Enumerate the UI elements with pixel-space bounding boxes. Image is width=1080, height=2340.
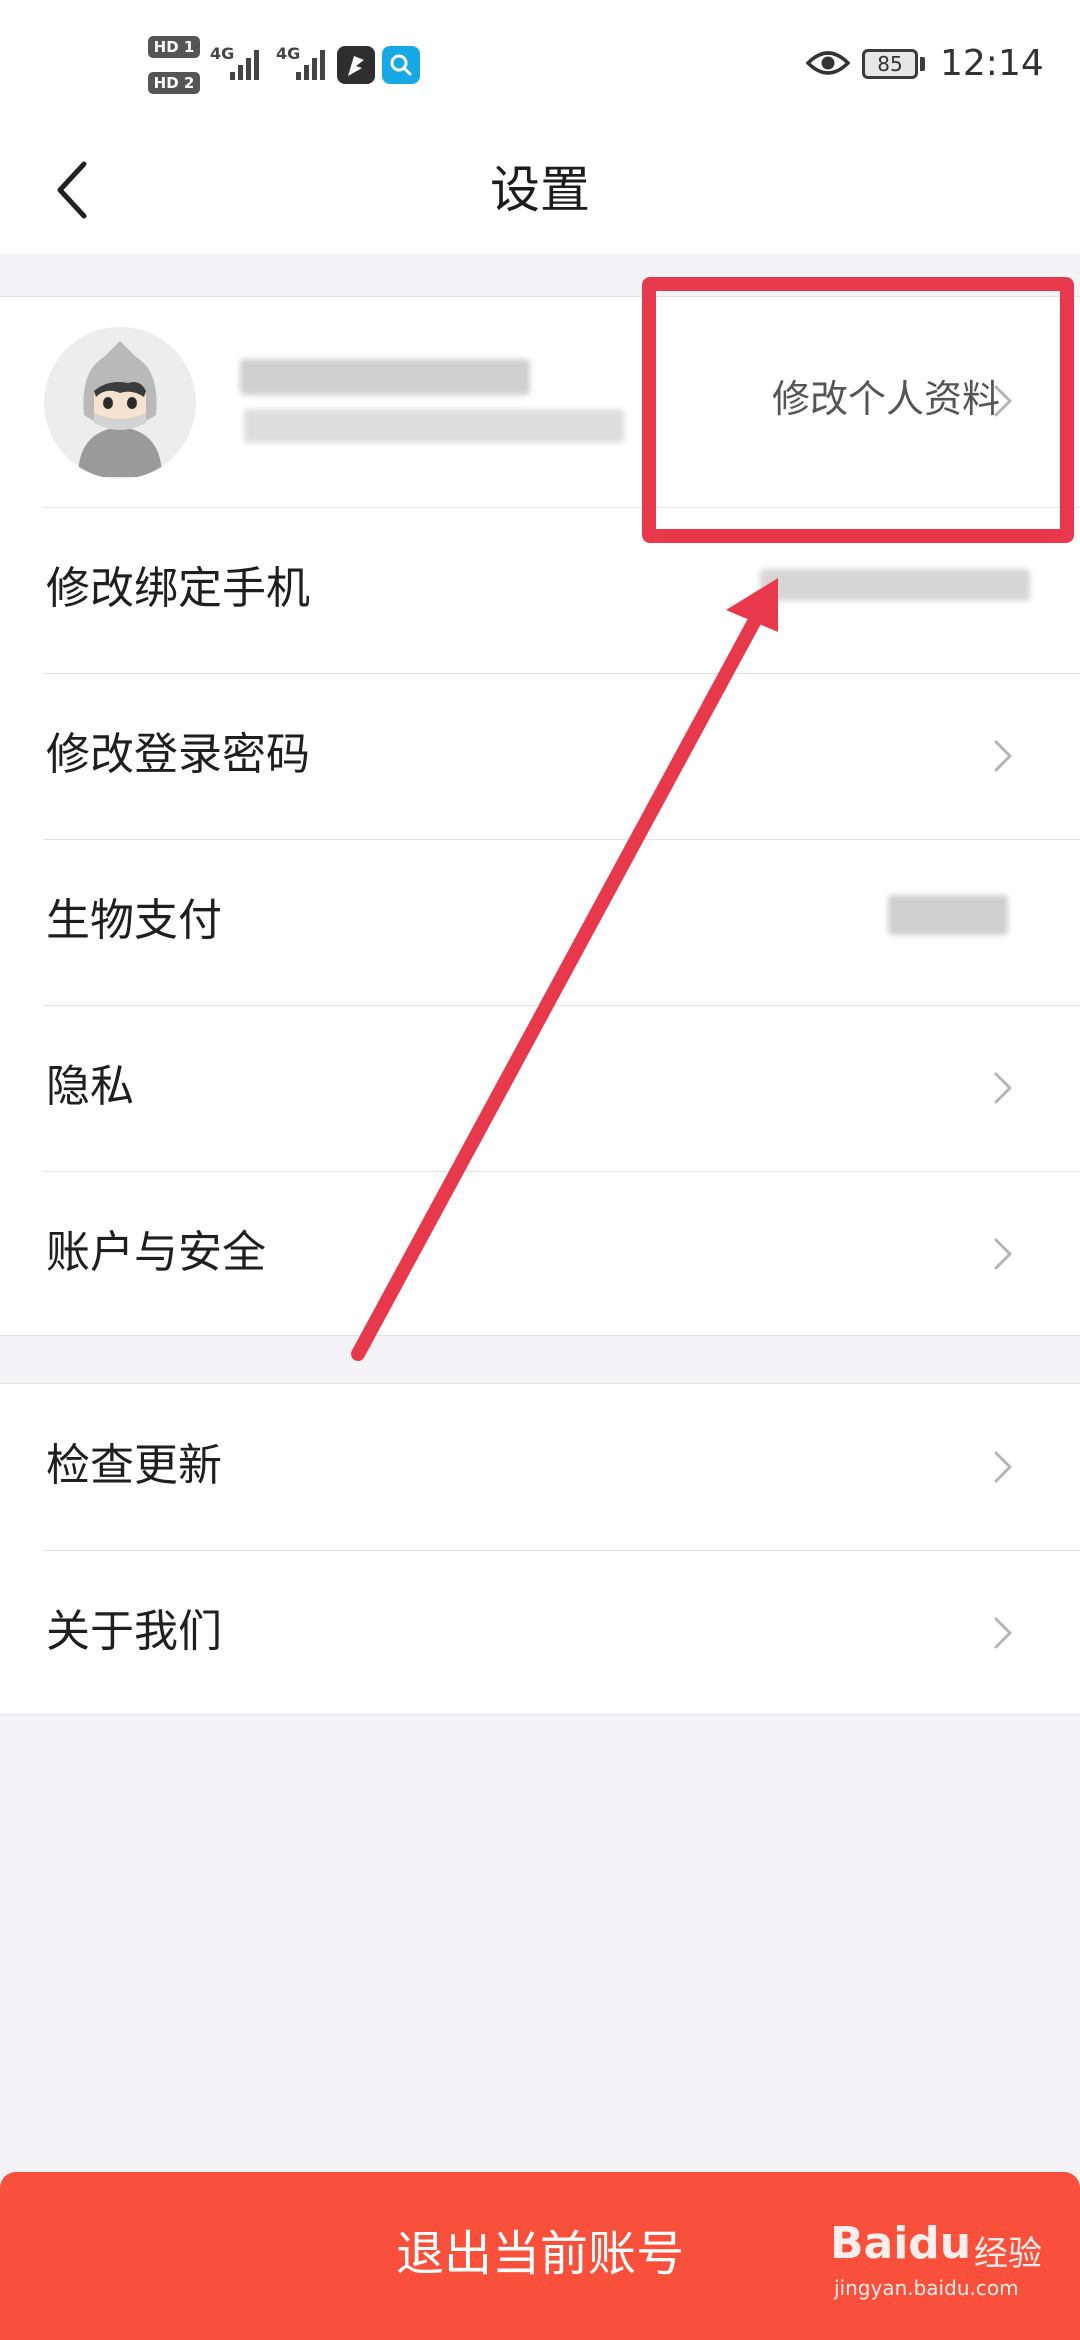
battery-icon: 85 — [862, 49, 918, 79]
sim2-hd-badge: HD 2 — [148, 72, 200, 94]
annotation-highlight-box — [642, 277, 1074, 543]
sim1-hd-badge: HD 1 — [148, 36, 200, 58]
row-change-password[interactable]: 修改登录密码 — [0, 673, 1080, 839]
divider — [44, 1550, 1080, 1551]
feather-app-icon — [337, 46, 375, 84]
row-privacy[interactable]: 隐私 — [0, 1005, 1080, 1171]
watermark-brand: Baidu — [830, 2218, 972, 2269]
row-label: 修改登录密码 — [46, 729, 310, 780]
signal-bars-icon — [230, 50, 259, 80]
status-bar: HD 1 HD 2 4G 4G 85 12:14 — [0, 0, 1080, 130]
row-label: 账户与安全 — [46, 1227, 266, 1278]
avatar — [44, 327, 196, 479]
watermark-domain: jingyan.baidu.com — [834, 2276, 1019, 2300]
divider — [44, 839, 1080, 840]
avatar-image — [44, 327, 196, 479]
page-title: 设置 — [490, 161, 590, 219]
settings-group-about: 检查更新 关于我们 — [0, 1383, 1080, 1715]
eye-icon — [806, 51, 850, 75]
row-label: 关于我们 — [46, 1606, 222, 1657]
row-about-us[interactable]: 关于我们 — [0, 1550, 1080, 1716]
chevron-right-icon — [994, 1451, 1012, 1483]
watermark-suffix: 经验 — [974, 2234, 1042, 2274]
row-label: 修改绑定手机 — [46, 563, 310, 614]
chevron-right-icon — [994, 740, 1012, 772]
clock-time: 12:14 — [940, 43, 1044, 84]
chevron-right-icon — [994, 1238, 1012, 1270]
back-button[interactable] — [50, 152, 110, 228]
signal-bars-icon — [296, 50, 325, 80]
logout-button[interactable]: 退出当前账号 Baidu 经验 jingyan.baidu.com — [0, 2172, 1080, 2340]
row-check-update[interactable]: 检查更新 — [0, 1384, 1080, 1550]
row-account-security[interactable]: 账户与安全 — [0, 1171, 1080, 1337]
chevron-right-icon — [994, 1072, 1012, 1104]
chevron-left-icon — [57, 161, 87, 219]
baidu-jingyan-watermark: Baidu 经验 jingyan.baidu.com — [826, 2212, 1066, 2312]
divider — [44, 1171, 1080, 1172]
row-label: 生物支付 — [46, 895, 222, 946]
logout-label: 退出当前账号 — [395, 2226, 684, 2282]
row-label: 隐私 — [46, 1061, 134, 1112]
divider — [44, 673, 1080, 674]
battery-tip — [920, 57, 925, 71]
chevron-right-icon — [994, 1617, 1012, 1649]
row-label: 检查更新 — [46, 1440, 222, 1491]
row-biometric-pay[interactable]: 生物支付 — [0, 839, 1080, 1005]
search-app-icon — [382, 46, 420, 84]
nav-header: 设置 — [0, 130, 1080, 254]
divider — [44, 1005, 1080, 1006]
